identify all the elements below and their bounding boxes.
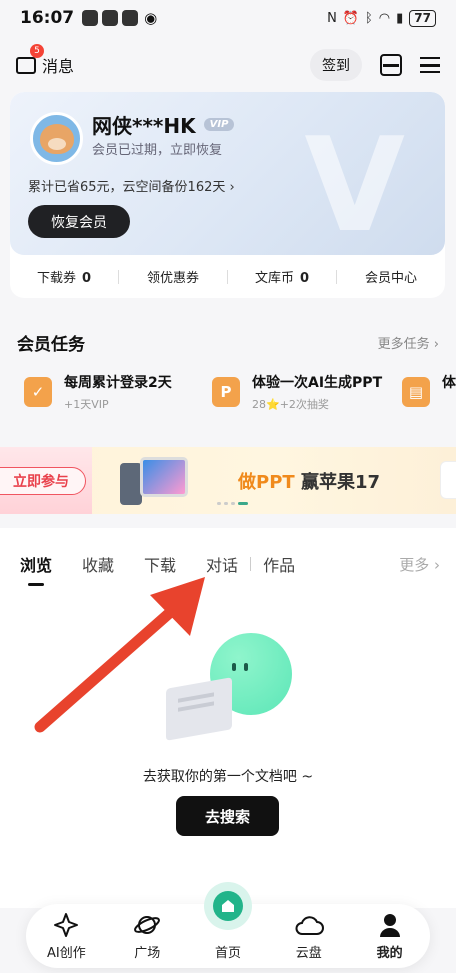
vip-badge: VIP: [203, 118, 235, 131]
tab-works[interactable]: 作品: [263, 552, 295, 576]
planet-icon: [133, 912, 161, 938]
menu-icon[interactable]: [420, 57, 440, 73]
messages-button[interactable]: 5 消息: [16, 44, 75, 77]
tab-divider: [250, 557, 252, 571]
stat-download-vouchers[interactable]: 下载券 0: [10, 267, 118, 286]
stat-coupons[interactable]: 领优惠券: [119, 267, 227, 286]
promo-banner[interactable]: 立即参与 做PPT 赢苹果17: [0, 447, 456, 514]
status-icons: N ⏰ ᛒ ◠ ▮ 77: [327, 9, 436, 27]
alarm-icon: ⏰: [342, 10, 359, 26]
cloud-icon: [294, 912, 324, 938]
avatar[interactable]: [30, 112, 83, 165]
bear-avatar-icon: [39, 123, 74, 154]
stat-member-center[interactable]: 会员中心: [337, 267, 445, 286]
task-item[interactable]: ✓ 每周累计登录2天 +1天VIP: [24, 372, 172, 412]
empty-state-message: 去获取你的第一个文档吧 ~: [142, 769, 314, 785]
app-notification-icon: [122, 10, 139, 26]
messages-label: 消息: [42, 57, 75, 76]
task-title: 体: [442, 375, 456, 391]
app-notification-icon: [82, 10, 99, 26]
wifi-icon: ◠: [378, 10, 391, 26]
header-actions: 签到: [310, 49, 440, 81]
banner-headline: 做PPT 赢苹果17: [238, 472, 380, 493]
tab-favorites[interactable]: 收藏: [82, 552, 114, 576]
carousel-indicator: [217, 502, 248, 505]
task-list: ✓ 每周累计登录2天 +1天VIP P 体验一次AI生成PPT 28⭐+2次抽奖…: [0, 372, 456, 422]
vip-watermark-icon: V: [304, 109, 405, 255]
nav-cloud[interactable]: 云盘: [268, 912, 349, 961]
signin-button[interactable]: 签到: [310, 49, 362, 81]
app-notification-icon: [102, 10, 119, 26]
doc-camera-icon: ▤: [402, 377, 430, 407]
task-item[interactable]: P 体验一次AI生成PPT 28⭐+2次抽奖: [212, 372, 382, 412]
status-time: 16:07: [20, 8, 75, 28]
nav-home[interactable]: 首页: [188, 881, 269, 961]
stat-library-coins[interactable]: 文库币 0: [228, 267, 336, 286]
phone-icon: [120, 463, 142, 505]
renew-membership-button[interactable]: 恢复会员: [28, 205, 130, 238]
member-card: V 网侠***HK VIP 会员已过期，立即恢复 累计已省65元，云空间备份16…: [10, 92, 445, 298]
ppt-icon: P: [212, 377, 240, 407]
tablet-icon: [140, 457, 188, 497]
mail-icon: [16, 56, 36, 74]
task-reward: +1天VIP: [64, 398, 109, 411]
messages-badge: 5: [30, 44, 44, 58]
person-icon: [378, 912, 402, 938]
task-reward: 28⭐+2次抽奖: [252, 398, 329, 411]
signal-icon: ▮: [396, 10, 404, 26]
more-tasks-link[interactable]: 更多任务 ›: [378, 333, 439, 352]
sparkle-icon: [53, 912, 79, 938]
home-icon: [212, 890, 243, 921]
battery-indicator: 77: [409, 9, 436, 27]
username: 网侠***HK VIP: [92, 110, 235, 139]
nfc-icon: N: [327, 10, 337, 26]
bluetooth-icon: ᛒ: [364, 10, 373, 26]
nav-mine[interactable]: 我的: [349, 912, 430, 961]
join-now-button[interactable]: 立即参与: [0, 467, 86, 495]
nav-ai-create[interactable]: AI创作: [26, 912, 107, 961]
task-title: 每周累计登录2天: [64, 375, 172, 391]
member-tasks-header: 会员任务 更多任务 ›: [17, 330, 439, 355]
empty-state-illustration: [160, 633, 295, 743]
documents-panel: 浏览 收藏 下载 对话 作品 更多 › 去获取你的第一个文档吧 ~ 去搜索: [0, 528, 456, 908]
go-search-button[interactable]: 去搜索: [176, 796, 279, 836]
status-bar: 16:07 ◉ N ⏰ ᛒ ◠ ▮ 77: [0, 0, 456, 36]
tab-downloads[interactable]: 下载: [144, 552, 176, 576]
membership-status[interactable]: 会员已过期，立即恢复: [92, 139, 222, 158]
member-tasks-title: 会员任务: [17, 335, 85, 355]
nav-plaza[interactable]: 广场: [107, 912, 188, 961]
task-item[interactable]: ▤ 体: [402, 372, 456, 407]
box-icon: [166, 677, 232, 741]
gadgets-illustration: [110, 455, 200, 509]
bottom-nav: AI创作 广场 首页 云盘 我的: [26, 881, 430, 968]
task-title: 体验一次AI生成PPT: [252, 375, 383, 391]
next-banner-preview: [440, 461, 456, 499]
home-bubble: [203, 881, 252, 930]
member-card-top: V 网侠***HK VIP 会员已过期，立即恢复 累计已省65元，云空间备份16…: [10, 92, 445, 255]
more-tabs-link[interactable]: 更多 ›: [399, 554, 440, 575]
username-text: 网侠***HK: [92, 114, 196, 138]
scan-icon[interactable]: [380, 54, 402, 76]
savings-summary[interactable]: 累计已省65元，云空间备份162天 ›: [28, 176, 235, 195]
tab-conversations[interactable]: 对话: [206, 552, 238, 576]
member-stats: 下载券 0 领优惠券 文库币 0 会员中心: [10, 255, 445, 298]
calendar-check-icon: ✓: [24, 377, 52, 407]
eye-icon: ◉: [144, 9, 158, 27]
content-tabs: 浏览 收藏 下载 对话 作品 更多 ›: [20, 552, 440, 586]
top-header: 5 消息 签到: [0, 42, 456, 88]
tab-browse[interactable]: 浏览: [20, 552, 52, 586]
